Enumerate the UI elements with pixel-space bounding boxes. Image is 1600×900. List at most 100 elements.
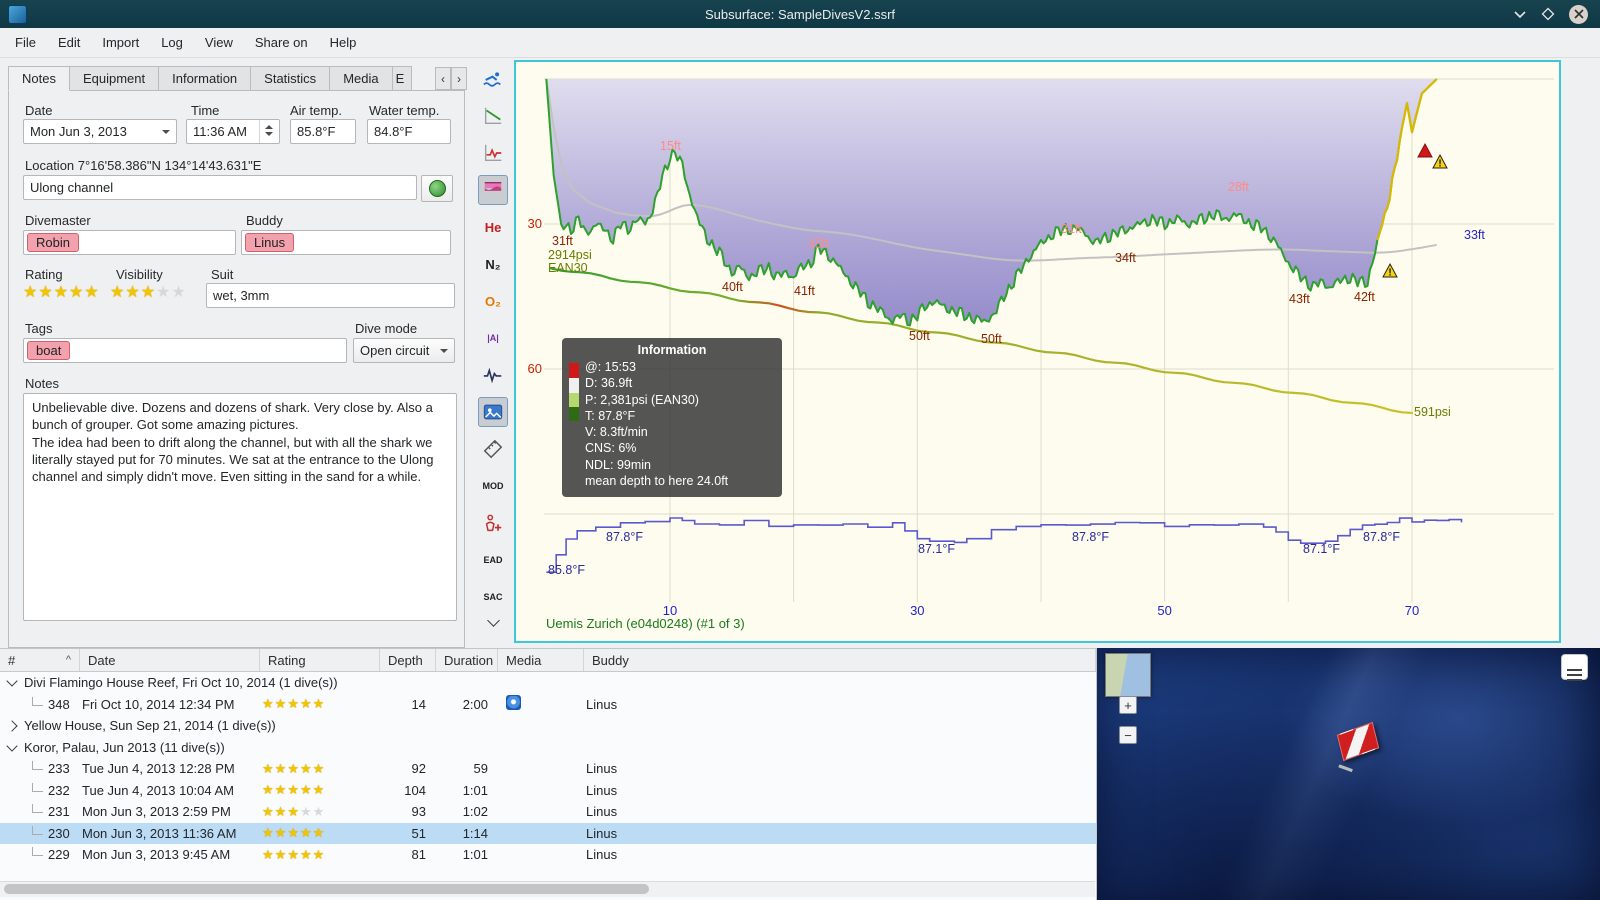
dive-row[interactable]: 233 Tue Jun 4, 2013 12:28 PM ★ ★ ★ ★ ★ 92 59 Linu…: [0, 758, 1096, 780]
dive-flag-marker[interactable]: [1336, 721, 1380, 762]
time-axis-tick: 30: [910, 603, 924, 618]
buddy-input[interactable]: Linus: [241, 230, 451, 255]
diver-calc-icon[interactable]: [478, 508, 508, 538]
map-zoom-out-button[interactable]: −: [1119, 726, 1137, 744]
toolbar-scroll-down-icon[interactable]: [474, 613, 512, 630]
spinner-buttons[interactable]: [259, 120, 273, 143]
star-icon: ★: [299, 697, 312, 712]
map-overview-inset[interactable]: [1105, 653, 1151, 697]
tab-scroll-right-button[interactable]: ›: [451, 67, 467, 90]
dc-ceiling-icon[interactable]: [478, 175, 508, 205]
menu-share-on[interactable]: Share on: [244, 31, 319, 54]
scrollbar-thumb[interactable]: [4, 884, 649, 894]
water-temp-field[interactable]: 84.8°F: [367, 119, 451, 144]
map-zoom-in-button[interactable]: +: [1119, 696, 1137, 714]
minimize-button[interactable]: [1513, 10, 1527, 19]
map-lookup-button[interactable]: [421, 175, 453, 202]
ead-icon[interactable]: EAD: [478, 545, 508, 575]
tab-statistics[interactable]: Statistics: [250, 66, 331, 91]
date-combobox[interactable]: Mon Jun 3, 2013: [23, 119, 177, 144]
air-temp-field[interactable]: 85.8°F: [290, 119, 356, 144]
dive-row[interactable]: 229 Mon Jun 3, 2013 9:45 AM ★ ★ ★ ★ ★ 81 1:01 Lin…: [0, 844, 1096, 866]
tab-information[interactable]: Information: [158, 66, 252, 91]
buddy-chip[interactable]: Linus: [245, 233, 295, 252]
suit-input[interactable]: wet, 3mm: [206, 283, 455, 308]
dive-mode-combobox[interactable]: Open circuit: [353, 338, 455, 363]
column-header-[interactable]: # ^: [0, 649, 80, 671]
dive-rating: ★ ★ ★ ★ ★: [260, 762, 380, 776]
column-header-depth[interactable]: Depth: [380, 649, 436, 671]
column-header-media[interactable]: Media: [498, 649, 584, 671]
pp-helium-icon[interactable]: He: [478, 212, 508, 242]
collapse-icon[interactable]: [6, 675, 18, 687]
mod-icon[interactable]: MOD: [478, 471, 508, 501]
profile-tooltip[interactable]: Information @: 15:53 D: 36.9ft P: 2,381psi…: [562, 338, 782, 497]
tooltip-line: NDL: 99min: [585, 457, 651, 472]
time-spinbox[interactable]: 11:36 AM: [186, 119, 280, 144]
depth-label: 591psi: [1414, 405, 1451, 419]
depth-label: 31ft: [1061, 222, 1082, 236]
tab-e[interactable]: E: [391, 66, 412, 91]
menu-edit[interactable]: Edit: [47, 31, 91, 54]
dive-row[interactable]: 231 Mon Jun 3, 2013 2:59 PM ★ ★ ★ ★ ★ 93 1:02 Lin…: [0, 801, 1096, 823]
divemaster-chip[interactable]: Robin: [27, 233, 79, 252]
horizontal-scrollbar[interactable]: [0, 881, 1095, 897]
dive-profile[interactable]: 31ft 2914psi EAN30 15ft 40ft 41ft 35ft 50ft 50ft…: [514, 60, 1561, 643]
heart-rate-icon[interactable]: [478, 360, 508, 390]
dive-date: Tue Jun 4, 2013 12:28 PM: [82, 761, 235, 777]
menu-import[interactable]: Import: [91, 31, 150, 54]
divemaster-input[interactable]: Robin: [23, 230, 236, 255]
photo-indicator-icon: [506, 695, 521, 711]
column-header-duration[interactable]: Duration: [436, 649, 498, 671]
map-widget[interactable]: + −: [1097, 648, 1600, 900]
pp-nitrogen-icon[interactable]: N₂: [478, 249, 508, 279]
tissues-icon[interactable]: |A|: [478, 323, 508, 353]
map-menu-button[interactable]: [1561, 654, 1588, 680]
column-header-rating[interactable]: Rating: [260, 649, 380, 671]
tab-scroll-left-button[interactable]: ‹: [435, 67, 451, 90]
dive-list-header: # ^ Date Rating Depth Duration Media Buddy: [0, 649, 1096, 672]
dive-row[interactable]: 232 Tue Jun 4, 2013 10:04 AM ★ ★ ★ ★ ★ 104 1:01 L…: [0, 780, 1096, 802]
tab-media[interactable]: Media: [329, 66, 393, 91]
pressure-graph-icon[interactable]: [478, 101, 508, 131]
sac-icon[interactable]: SAC: [478, 582, 508, 612]
ruler-icon[interactable]: [478, 434, 508, 464]
close-button[interactable]: [1569, 4, 1588, 24]
location-input[interactable]: Ulong channel: [23, 175, 417, 200]
divemaster-label: Divemaster: [25, 213, 91, 228]
dive-row[interactable]: 348 Fri Oct 10, 2014 12:34 PM ★ ★ ★ ★ ★ 14 2:00 L…: [0, 694, 1096, 716]
trip-row[interactable]: Yellow House, Sun Sep 21, 2014 (1 dive(s…: [0, 715, 1096, 737]
tooltip-line: @: 15:53: [585, 360, 636, 374]
menu-view[interactable]: View: [194, 31, 244, 54]
star-icon: ★: [262, 826, 274, 841]
trip-row[interactable]: Divi Flamingo House Reef, Fri Oct 10, 20…: [0, 672, 1096, 694]
menu-file[interactable]: File: [4, 31, 47, 54]
star-icon: ★: [299, 761, 312, 776]
dive-row[interactable]: 230 Mon Jun 3, 2013 11:36 AM ★ ★ ★ ★ ★ 51 1:14 Li…: [0, 822, 1096, 844]
tab-notes[interactable]: Notes: [8, 66, 70, 91]
photos-icon[interactable]: [478, 397, 508, 427]
column-header-buddy[interactable]: Buddy: [584, 649, 1096, 671]
expand-icon[interactable]: [6, 720, 18, 732]
location-label: Location 7°16'58.386"N 134°14'43.631"E: [25, 158, 262, 173]
tags-input[interactable]: boat: [23, 338, 347, 363]
temperature-graph-icon[interactable]: [478, 138, 508, 168]
tab-equipment[interactable]: Equipment: [68, 66, 160, 91]
notes-textarea[interactable]: Unbelievable dive. Dozens and dozens of …: [23, 393, 457, 621]
visibility-stars[interactable]: ★ ★ ★ ★ ★: [110, 284, 186, 301]
star-icon: ★: [274, 826, 287, 841]
pp-oxygen-icon[interactable]: O₂: [478, 286, 508, 316]
menu-help[interactable]: Help: [319, 31, 368, 54]
rating-stars[interactable]: ★ ★ ★ ★ ★: [23, 284, 99, 301]
depth-label: 33ft: [1464, 228, 1485, 242]
column-header-date[interactable]: Date: [80, 649, 260, 671]
dive-rating: ★ ★ ★ ★ ★: [260, 805, 380, 819]
trip-row[interactable]: Koror, Palau, Jun 2013 (11 dive(s)): [0, 737, 1096, 759]
swimmer-icon[interactable]: [478, 64, 508, 94]
maximize-button[interactable]: [1541, 7, 1555, 21]
tag-chip[interactable]: boat: [27, 341, 71, 360]
tooltip-line: CNS: 6%: [585, 441, 637, 456]
collapse-icon[interactable]: [6, 740, 18, 752]
chevron-down-icon: [1514, 10, 1526, 18]
menu-log[interactable]: Log: [150, 31, 194, 54]
